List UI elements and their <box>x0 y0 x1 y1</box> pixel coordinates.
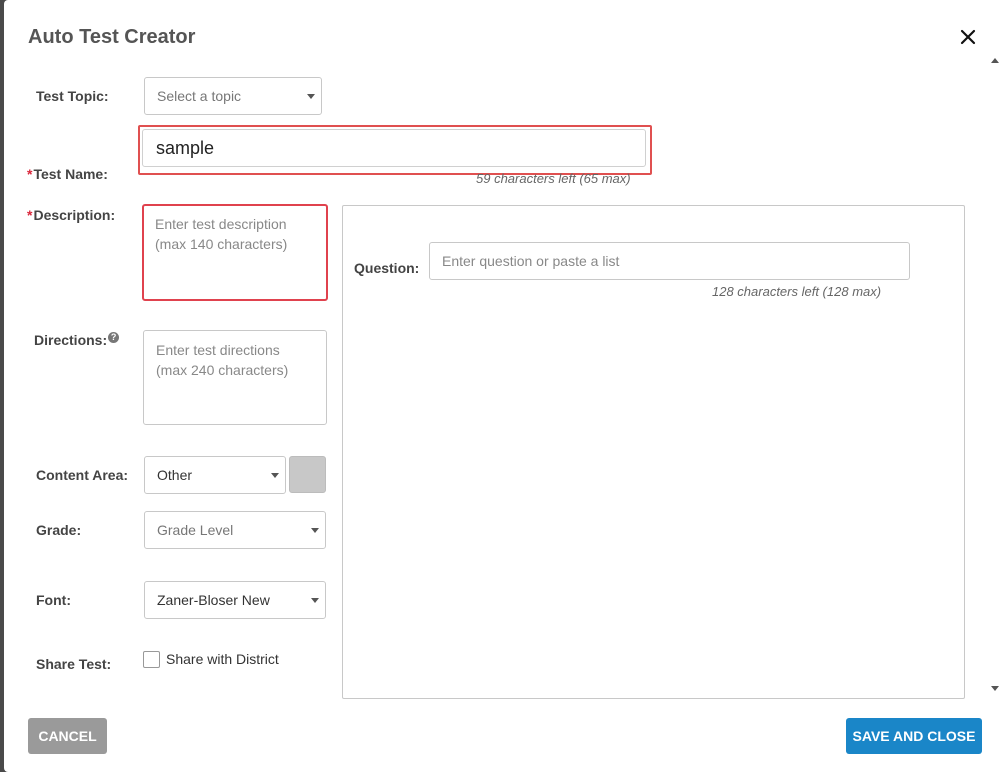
required-asterisk: * <box>27 207 33 223</box>
content-area-label: Content Area: <box>36 467 129 483</box>
required-asterisk: * <box>27 166 33 182</box>
directions-label: Directions:? <box>34 332 120 348</box>
font-value: Zaner-Bloser New <box>157 592 270 608</box>
test-name-value: sample <box>156 137 215 158</box>
test-topic-select[interactable]: Select a topic <box>144 77 322 115</box>
content-area-select[interactable]: Other <box>144 456 286 494</box>
scroll-up-icon[interactable] <box>991 58 999 63</box>
question-input[interactable]: Enter question or paste a list <box>429 242 910 280</box>
description-label-text: Description: <box>33 207 116 223</box>
share-test-label: Share Test: <box>36 656 112 672</box>
share-with-district-label[interactable]: Share with District <box>166 651 279 667</box>
content-area-value: Other <box>157 467 193 483</box>
share-with-district-checkbox[interactable] <box>143 651 160 668</box>
test-name-label: *Test Name: <box>27 166 108 182</box>
test-name-label-text: Test Name: <box>33 166 108 182</box>
close-button[interactable] <box>957 26 979 48</box>
font-select[interactable]: Zaner-Bloser New <box>144 581 326 619</box>
test-name-input[interactable]: sample <box>142 129 646 167</box>
directions-textarea[interactable]: Enter test directions (max 240 character… <box>143 330 327 425</box>
font-label: Font: <box>36 592 71 608</box>
directions-placeholder: Enter test directions (max 240 character… <box>156 342 289 378</box>
description-textarea[interactable]: Enter test description (max 140 characte… <box>142 204 328 301</box>
cancel-button[interactable]: CANCEL <box>28 718 107 754</box>
question-char-count: 128 characters left (128 max) <box>712 284 882 299</box>
auto-test-creator-dialog: Auto Test Creator Test Topic: Select a t… <box>4 0 1002 772</box>
chevron-down-icon <box>311 598 319 603</box>
dialog-title: Auto Test Creator <box>28 26 196 48</box>
save-and-close-button[interactable]: SAVE AND CLOSE <box>846 718 982 754</box>
scroll-down-icon[interactable] <box>991 686 999 691</box>
chevron-down-icon <box>271 473 279 478</box>
close-icon <box>960 29 976 45</box>
grade-label: Grade: <box>36 522 82 538</box>
test-topic-label: Test Topic: <box>36 88 109 104</box>
help-icon[interactable]: ? <box>108 332 120 343</box>
test-name-char-count: 59 characters left (65 max) <box>476 171 631 186</box>
chevron-down-icon <box>311 528 319 533</box>
content-area-color-swatch[interactable] <box>289 456 326 493</box>
scrollbar[interactable] <box>989 52 1002 698</box>
description-label: *Description: <box>27 207 115 223</box>
question-placeholder: Enter question or paste a list <box>442 253 620 269</box>
grade-select[interactable]: Grade Level <box>144 511 326 549</box>
directions-label-text: Directions: <box>34 332 108 348</box>
test-topic-placeholder: Select a topic <box>157 88 242 104</box>
grade-placeholder: Grade Level <box>157 522 234 538</box>
chevron-down-icon <box>307 94 315 99</box>
description-placeholder: Enter test description (max 140 characte… <box>155 216 288 252</box>
question-label: Question: <box>354 260 420 276</box>
